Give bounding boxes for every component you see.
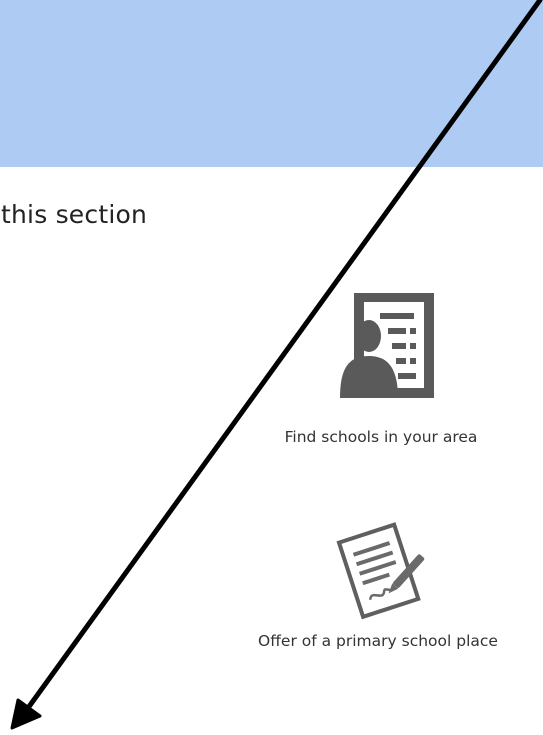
find-schools-link[interactable]: Find schools in your area [246,286,516,456]
section-heading: this section [1,200,148,229]
tile-label-find-schools: Find schools in your area [284,428,478,446]
teacher-board-icon [246,286,516,404]
tile-label-school-place-offer: Offer of a primary school place [258,632,498,650]
header-banner [0,0,543,167]
school-place-offer-link[interactable]: Offer of a primary school place [226,522,530,662]
page: this section Find schools in your area O… [0,0,543,735]
sign-document-icon [226,522,530,626]
arrow-head [10,698,42,730]
